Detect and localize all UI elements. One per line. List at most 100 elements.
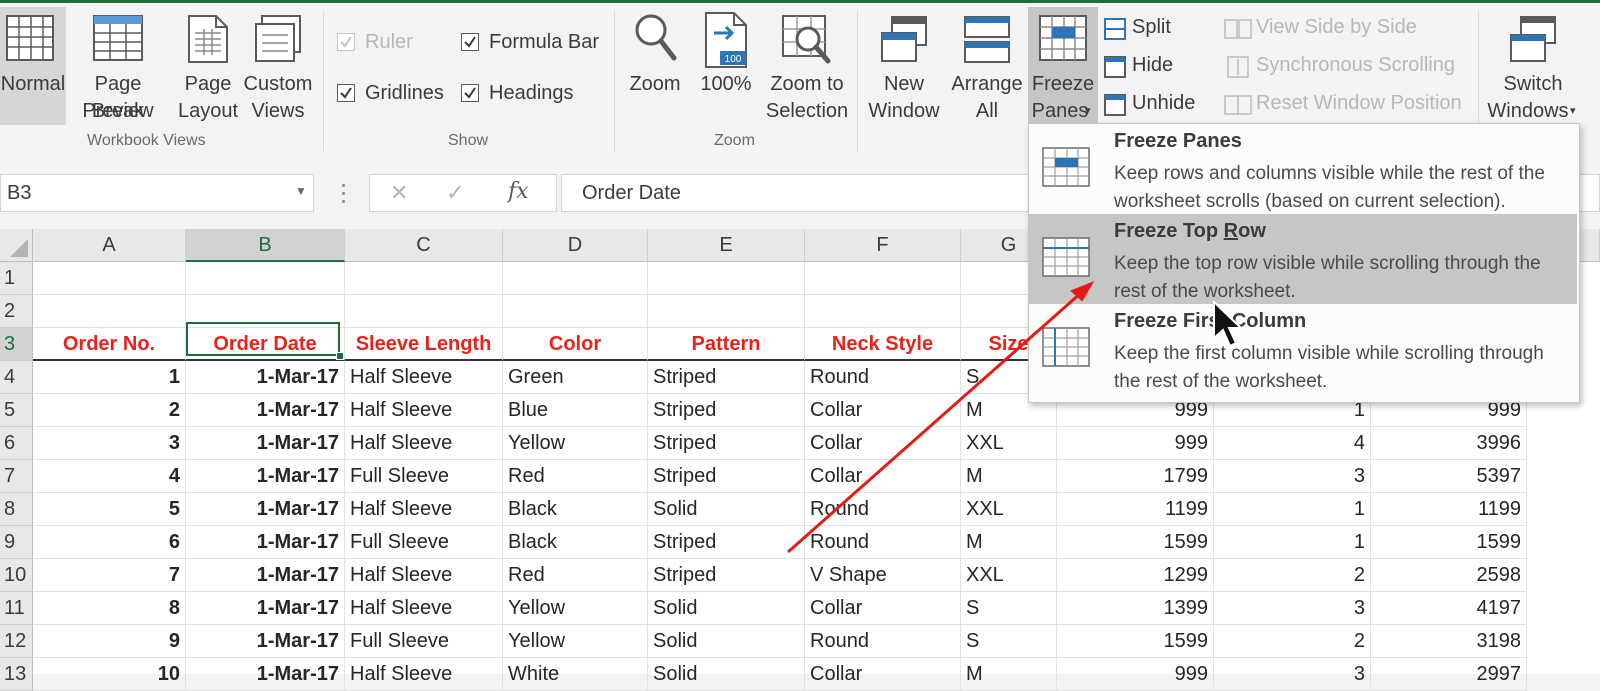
menu-item-freeze-top-row[interactable]: Freeze Top Row Keep the top row visible …: [1029, 214, 1577, 304]
table-cell[interactable]: Solid: [648, 658, 805, 691]
row-header[interactable]: 6: [0, 427, 33, 460]
table-cell[interactable]: 1-Mar-17: [186, 592, 345, 625]
table-cell[interactable]: 1299: [1057, 559, 1214, 592]
table-cell[interactable]: Order No.: [33, 328, 186, 361]
table-cell[interactable]: 3: [33, 427, 186, 460]
switch-windows-button[interactable]: Switch Windows ▾: [1484, 7, 1582, 125]
table-cell[interactable]: XXL: [961, 427, 1057, 460]
row-header[interactable]: 11: [0, 592, 33, 625]
table-cell[interactable]: Sleeve Length: [345, 328, 503, 361]
table-cell[interactable]: Red: [503, 460, 648, 493]
table-cell[interactable]: 1399: [1057, 592, 1214, 625]
table-cell[interactable]: 7: [33, 559, 186, 592]
row-header[interactable]: 13: [0, 658, 33, 691]
table-cell[interactable]: Collar: [805, 592, 961, 625]
table-cell[interactable]: 1-Mar-17: [186, 361, 345, 394]
table-cell[interactable]: Green: [503, 361, 648, 394]
table-cell[interactable]: 1-Mar-17: [186, 427, 345, 460]
gridlines-checkbox[interactable]: [337, 84, 355, 102]
table-cell[interactable]: 4197: [1371, 592, 1527, 625]
arrange-all-button[interactable]: Arrange All: [948, 7, 1026, 125]
column-header-d[interactable]: D: [503, 229, 648, 262]
table-cell[interactable]: 8: [33, 592, 186, 625]
table-cell[interactable]: 1: [1214, 526, 1371, 559]
column-header-f[interactable]: F: [805, 229, 961, 262]
table-cell[interactable]: 1-Mar-17: [186, 625, 345, 658]
table-cell[interactable]: 1-Mar-17: [186, 658, 345, 691]
table-cell[interactable]: 9: [33, 625, 186, 658]
table-cell[interactable]: 2: [33, 394, 186, 427]
table-cell[interactable]: Round: [805, 493, 961, 526]
table-cell[interactable]: [33, 262, 186, 295]
view-side-by-side-button[interactable]: View Side by Side: [1224, 15, 1464, 45]
table-cell[interactable]: 4: [33, 460, 186, 493]
row-header[interactable]: 1: [0, 262, 33, 295]
table-cell[interactable]: 2: [1214, 625, 1371, 658]
table-cell[interactable]: Black: [503, 493, 648, 526]
table-cell[interactable]: [648, 262, 805, 295]
table-cell[interactable]: Full Sleeve: [345, 526, 503, 559]
table-cell[interactable]: [805, 295, 961, 328]
row-header[interactable]: 8: [0, 493, 33, 526]
row-header[interactable]: 7: [0, 460, 33, 493]
reset-window-position-button[interactable]: Reset Window Position: [1224, 91, 1484, 121]
formula-bar-grip[interactable]: [340, 182, 346, 206]
column-header-c[interactable]: C: [345, 229, 503, 262]
table-cell[interactable]: Round: [805, 625, 961, 658]
table-cell[interactable]: Collar: [805, 427, 961, 460]
table-cell[interactable]: Solid: [648, 625, 805, 658]
table-cell[interactable]: [648, 295, 805, 328]
table-cell[interactable]: Neck Style: [805, 328, 961, 361]
column-header-e[interactable]: E: [648, 229, 805, 262]
insert-function-icon[interactable]: fx: [508, 179, 529, 204]
ruler-checkbox[interactable]: [337, 33, 355, 51]
table-cell[interactable]: Collar: [805, 394, 961, 427]
normal-view-button[interactable]: Normal: [0, 7, 66, 125]
table-cell[interactable]: 3: [1214, 592, 1371, 625]
fill-handle[interactable]: [336, 352, 344, 360]
table-cell[interactable]: Striped: [648, 427, 805, 460]
table-cell[interactable]: M: [961, 526, 1057, 559]
table-cell[interactable]: 1-Mar-17: [186, 493, 345, 526]
split-button[interactable]: Split: [1102, 15, 1202, 45]
table-cell[interactable]: M: [961, 658, 1057, 691]
table-cell[interactable]: Collar: [805, 460, 961, 493]
table-cell[interactable]: 2: [1214, 559, 1371, 592]
table-cell[interactable]: Blue: [503, 394, 648, 427]
zoom-to-selection-button[interactable]: Zoom to Selection: [762, 7, 852, 125]
table-cell[interactable]: 1199: [1057, 493, 1214, 526]
table-cell[interactable]: Round: [805, 526, 961, 559]
hide-button[interactable]: Hide: [1102, 53, 1202, 83]
table-cell[interactable]: Black: [503, 526, 648, 559]
table-cell[interactable]: Striped: [648, 559, 805, 592]
column-header-a[interactable]: A: [33, 229, 186, 262]
table-cell[interactable]: 1: [33, 361, 186, 394]
table-cell[interactable]: Striped: [648, 460, 805, 493]
table-cell[interactable]: Half Sleeve: [345, 427, 503, 460]
enter-icon[interactable]: ✓: [446, 180, 464, 206]
table-cell[interactable]: 3198: [1371, 625, 1527, 658]
table-cell[interactable]: [186, 262, 345, 295]
table-cell[interactable]: 6: [33, 526, 186, 559]
table-cell[interactable]: 2598: [1371, 559, 1527, 592]
new-window-button[interactable]: New Window: [862, 7, 946, 125]
cancel-icon[interactable]: ✕: [390, 180, 408, 206]
table-cell[interactable]: 1-Mar-17: [186, 526, 345, 559]
select-all-corner[interactable]: [0, 229, 33, 262]
table-cell[interactable]: S: [961, 625, 1057, 658]
table-cell[interactable]: White: [503, 658, 648, 691]
unhide-button[interactable]: Unhide: [1102, 91, 1202, 121]
table-cell[interactable]: Yellow: [503, 625, 648, 658]
table-cell[interactable]: Striped: [648, 361, 805, 394]
table-cell[interactable]: 5: [33, 493, 186, 526]
table-cell[interactable]: Half Sleeve: [345, 658, 503, 691]
table-cell[interactable]: [503, 262, 648, 295]
table-cell[interactable]: V Shape: [805, 559, 961, 592]
row-header[interactable]: 2: [0, 295, 33, 328]
table-cell[interactable]: Full Sleeve: [345, 460, 503, 493]
table-cell[interactable]: 3996: [1371, 427, 1527, 460]
table-cell[interactable]: 1199: [1371, 493, 1527, 526]
table-cell[interactable]: [805, 262, 961, 295]
table-cell[interactable]: Pattern: [648, 328, 805, 361]
table-cell[interactable]: S: [961, 592, 1057, 625]
